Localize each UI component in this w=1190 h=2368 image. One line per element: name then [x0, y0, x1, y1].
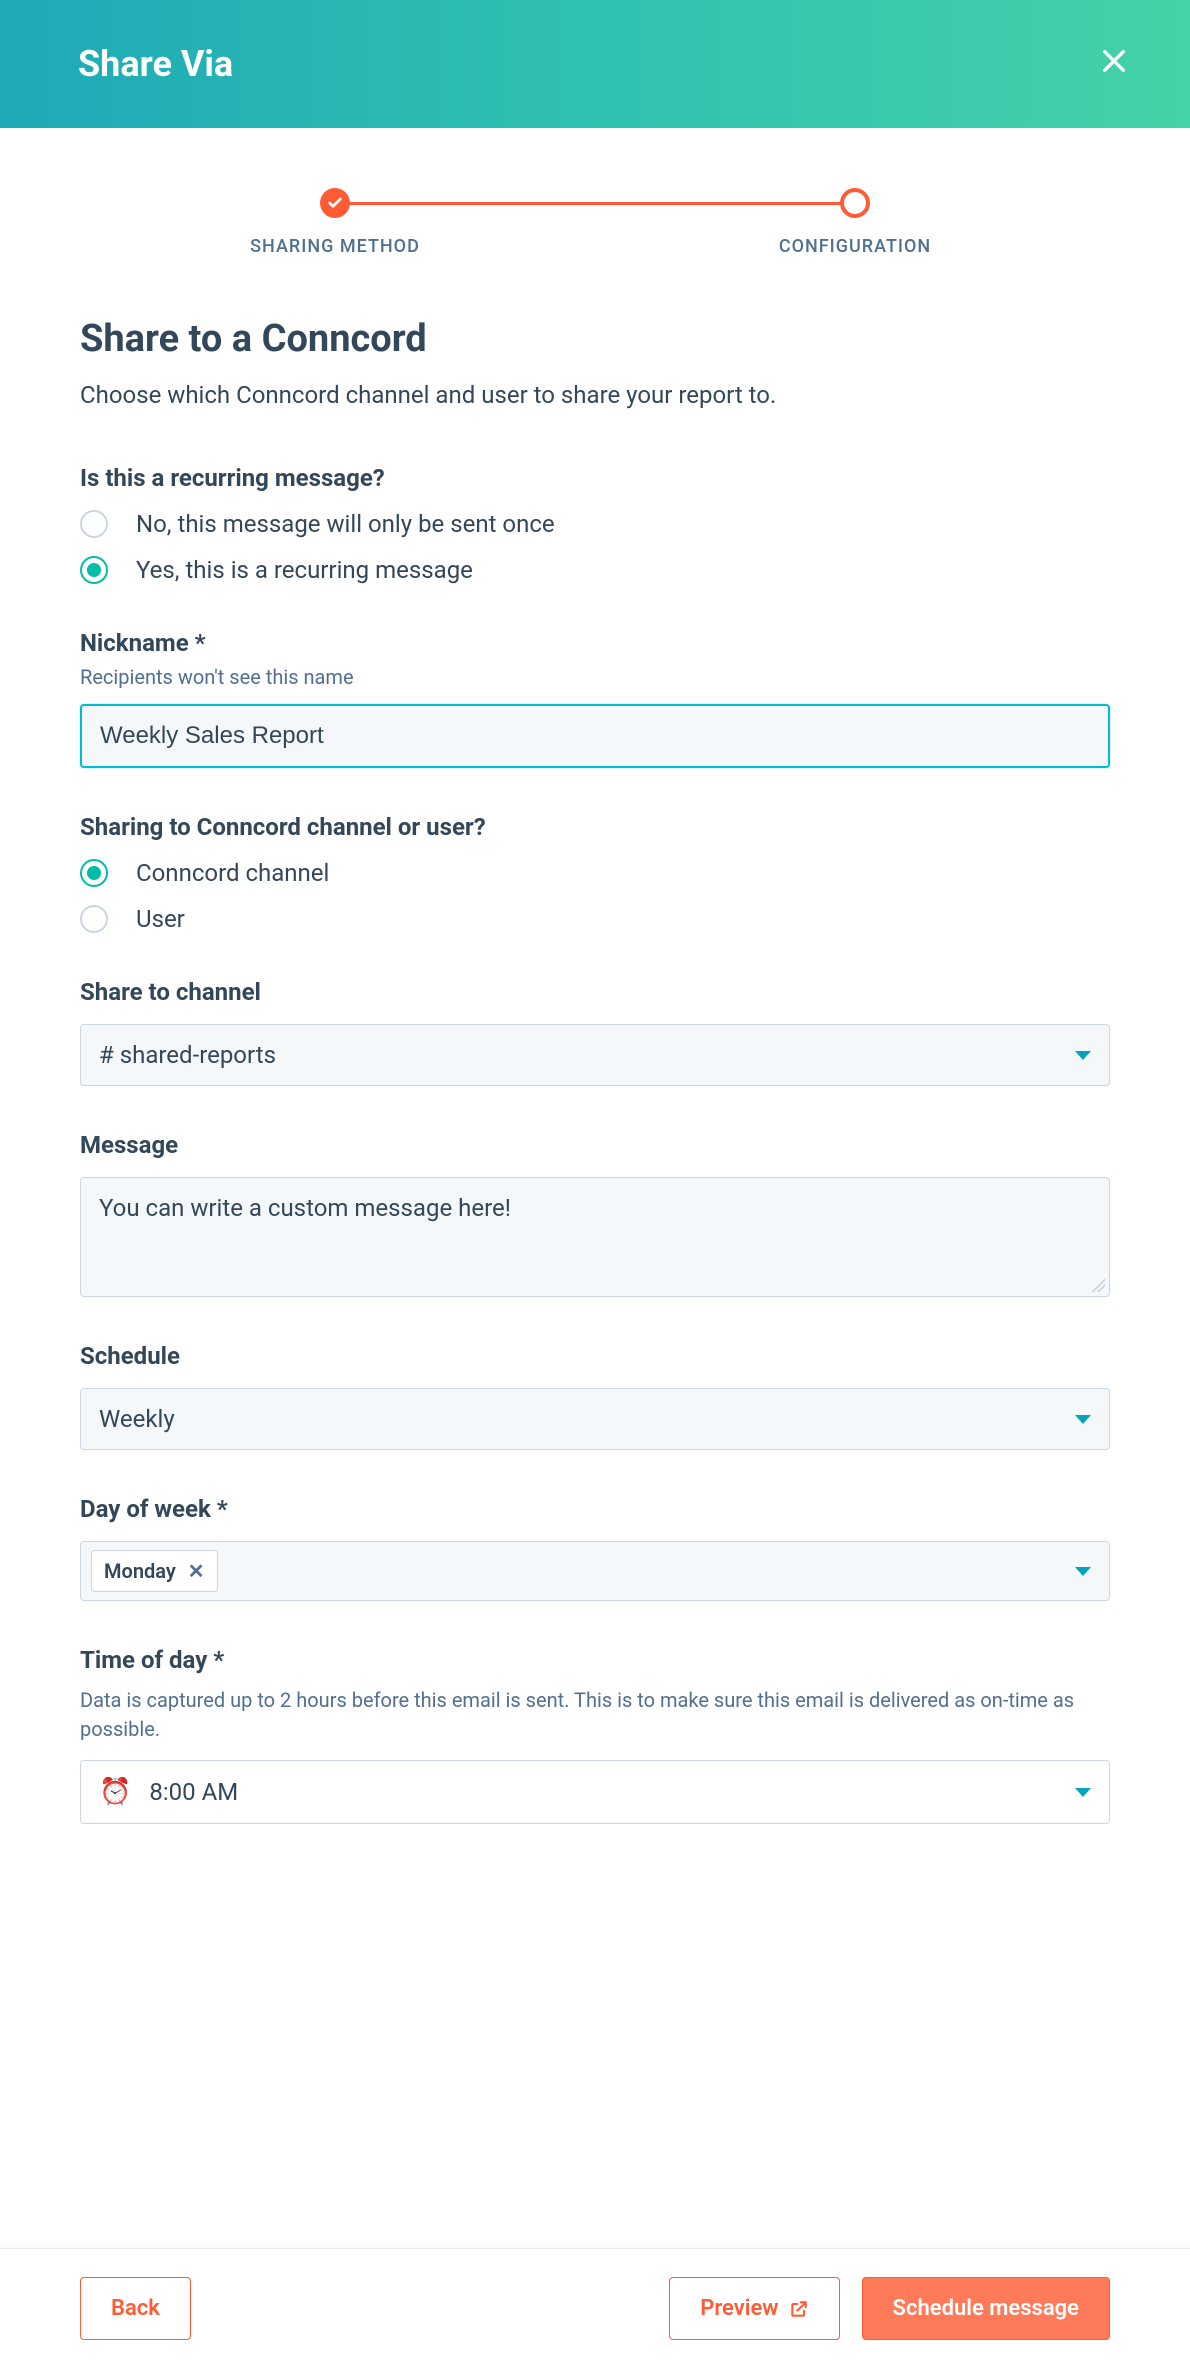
page-subtitle: Choose which Conncord channel and user t…: [80, 381, 1110, 409]
back-button[interactable]: Back: [80, 2277, 191, 2340]
channel-field: Share to channel # shared-reports: [80, 978, 1110, 1086]
recurring-no-option[interactable]: No, this message will only be sent once: [80, 510, 1110, 538]
target-label: Sharing to Conncord channel or user?: [80, 813, 1110, 841]
form-content: Share to a Conncord Choose which Conncor…: [0, 297, 1190, 2069]
day-chip: Monday ✕: [91, 1550, 218, 1592]
modal-title: Share Via: [78, 43, 233, 85]
target-field: Sharing to Conncord channel or user? Con…: [80, 813, 1110, 933]
chevron-down-icon: [1075, 1051, 1091, 1060]
day-of-week-field: Day of week * Monday ✕: [80, 1495, 1110, 1601]
radio-label: Conncord channel: [136, 859, 329, 887]
channel-select[interactable]: # shared-reports: [80, 1024, 1110, 1086]
schedule-button[interactable]: Schedule message: [862, 2277, 1110, 2340]
chevron-down-icon: [1075, 1788, 1091, 1797]
nickname-help: Recipients won't see this name: [80, 665, 1110, 689]
button-label: Back: [111, 2296, 160, 2321]
chevron-down-icon: [1075, 1567, 1091, 1576]
recurring-yes-option[interactable]: Yes, this is a recurring message: [80, 556, 1110, 584]
target-channel-option[interactable]: Conncord channel: [80, 859, 1110, 887]
chip-remove-icon[interactable]: ✕: [188, 1559, 205, 1583]
radio-label: Yes, this is a recurring message: [136, 556, 473, 584]
recurring-field: Is this a recurring message? No, this me…: [80, 464, 1110, 584]
target-user-option[interactable]: User: [80, 905, 1110, 933]
radio-label: No, this message will only be sent once: [136, 510, 555, 538]
close-icon[interactable]: [1098, 44, 1130, 84]
schedule-label: Schedule: [80, 1342, 1110, 1370]
step-configuration: CONFIGURATION: [595, 188, 1115, 257]
radio-checked-icon: [80, 859, 108, 887]
schedule-field: Schedule Weekly: [80, 1342, 1110, 1450]
channel-value: # shared-reports: [99, 1041, 276, 1069]
modal-header: Share Via: [0, 0, 1190, 128]
step-current-icon: [840, 188, 870, 218]
step-sharing-method: SHARING METHOD: [75, 188, 595, 257]
channel-label: Share to channel: [80, 978, 1110, 1006]
radio-icon: [80, 510, 108, 538]
message-textarea[interactable]: You can write a custom message here!: [80, 1177, 1110, 1297]
step-label: CONFIGURATION: [779, 236, 931, 257]
clock-icon: ⏰: [99, 1777, 131, 1807]
time-value: 8:00 AM: [149, 1778, 238, 1806]
message-field: Message You can write a custom message h…: [80, 1131, 1110, 1297]
time-of-day-select[interactable]: ⏰ 8:00 AM: [80, 1760, 1110, 1824]
recurring-label: Is this a recurring message?: [80, 464, 1110, 492]
time-of-day-help: Data is captured up to 2 hours before th…: [80, 1686, 1110, 1744]
schedule-value: Weekly: [99, 1405, 175, 1433]
message-label: Message: [80, 1131, 1110, 1159]
button-label: Preview: [700, 2296, 778, 2321]
nickname-input[interactable]: [80, 704, 1110, 768]
preview-button[interactable]: Preview: [669, 2277, 839, 2340]
step-label: SHARING METHOD: [250, 236, 420, 257]
page-title: Share to a Conncord: [80, 317, 1110, 361]
schedule-select[interactable]: Weekly: [80, 1388, 1110, 1450]
message-value: You can write a custom message here!: [99, 1194, 511, 1222]
time-of-day-label: Time of day *: [80, 1646, 1110, 1674]
chevron-down-icon: [1075, 1415, 1091, 1424]
time-of-day-field: Time of day * Data is captured up to 2 h…: [80, 1646, 1110, 1824]
radio-icon: [80, 905, 108, 933]
nickname-label: Nickname *: [80, 629, 1110, 657]
chip-label: Monday: [104, 1559, 176, 1583]
step-done-icon: [320, 188, 350, 218]
day-of-week-select[interactable]: Monday ✕: [80, 1541, 1110, 1601]
radio-label: User: [136, 905, 185, 933]
radio-checked-icon: [80, 556, 108, 584]
external-link-icon: [789, 2299, 809, 2319]
day-of-week-label: Day of week *: [80, 1495, 1110, 1523]
step-connector: [335, 202, 855, 205]
nickname-field: Nickname * Recipients won't see this nam…: [80, 629, 1110, 768]
modal-footer: Back Preview Schedule message: [0, 2248, 1190, 2368]
button-label: Schedule message: [893, 2296, 1079, 2321]
stepper: SHARING METHOD CONFIGURATION: [0, 128, 1190, 297]
